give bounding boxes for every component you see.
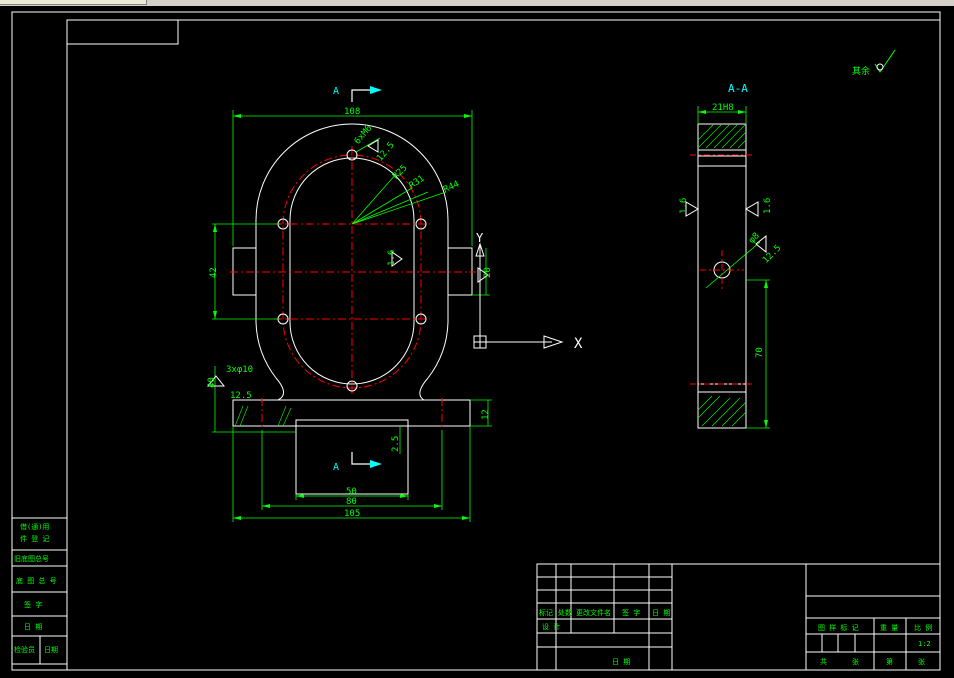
tb-right1-c3: 比 例	[914, 623, 932, 632]
roughness-r5: 1.6	[763, 198, 773, 214]
tb-row3-c1: 日 期	[612, 658, 630, 666]
dim-w105: 105	[344, 509, 360, 519]
cad-drawing-canvas[interactable]: 借(通)用 件 登 记 旧底图总号 底 图 总 号 签 字 日 期 检验员 日期	[0, 6, 954, 678]
section-title: A-A	[728, 82, 748, 95]
section-letter-bottom: A	[333, 462, 339, 473]
tb-row1-c4: 签 字	[622, 608, 640, 617]
left-table-row-2: 件 登 记	[20, 534, 49, 543]
tb-right2-c4: 张	[918, 657, 925, 666]
left-table-row-6: 日 期	[24, 623, 42, 631]
tb-right2-c1: 共	[820, 657, 827, 666]
dim-side-height: 70	[755, 347, 765, 358]
dim-lug-height: 20	[483, 267, 493, 278]
tb-right2-c3: 第	[886, 657, 893, 666]
dim-left-height: 42	[209, 267, 219, 278]
other-roughness-label: 其余	[852, 65, 870, 77]
dim-base-thk: 12	[481, 409, 491, 420]
dim-base-height: 40	[207, 377, 217, 388]
left-table-row-7: 检验员	[14, 645, 35, 654]
ucs-y-label: Y	[476, 231, 484, 245]
dim-slot-depth: 2.5	[391, 436, 401, 452]
roughness-r2: 1.6	[387, 250, 397, 266]
roughness-r4: 1.6	[679, 198, 689, 214]
left-table-row-1: 借(通)用	[20, 522, 49, 531]
dim-top-width: 108	[344, 107, 360, 117]
tb-row1-c5: 日 期	[652, 609, 670, 617]
left-table-row-3: 旧底图总号	[14, 554, 49, 563]
section-letter-top: A	[333, 86, 339, 97]
drawing-tab[interactable]	[0, 0, 147, 5]
ucs-x-label: X	[574, 336, 583, 352]
tb-row1-c3: 更改文件名	[576, 608, 611, 617]
tb-row1-c2: 处数	[558, 608, 572, 617]
tb-right1-c2: 重 量	[880, 624, 898, 632]
dim-w80: 80	[346, 497, 357, 507]
tb-right1-c1: 图 样 标 记	[818, 623, 859, 632]
roughness-r3: 12.5	[230, 391, 252, 401]
tb-row2-c1: 设 计	[542, 622, 560, 631]
left-table-row-8: 日期	[44, 646, 58, 654]
tb-right2-c2: 张	[852, 657, 859, 666]
dim-w50: 50	[346, 487, 357, 497]
tb-row1-c1: 标记	[539, 608, 553, 617]
left-table-row-4: 底 图 总 号	[16, 576, 57, 585]
dim-side-width: 21H8	[712, 103, 734, 113]
left-table-row-5: 签 字	[24, 600, 42, 609]
dim-hole-3x: 3xφ10	[226, 365, 253, 375]
tb-scale: 1:2	[918, 640, 931, 648]
